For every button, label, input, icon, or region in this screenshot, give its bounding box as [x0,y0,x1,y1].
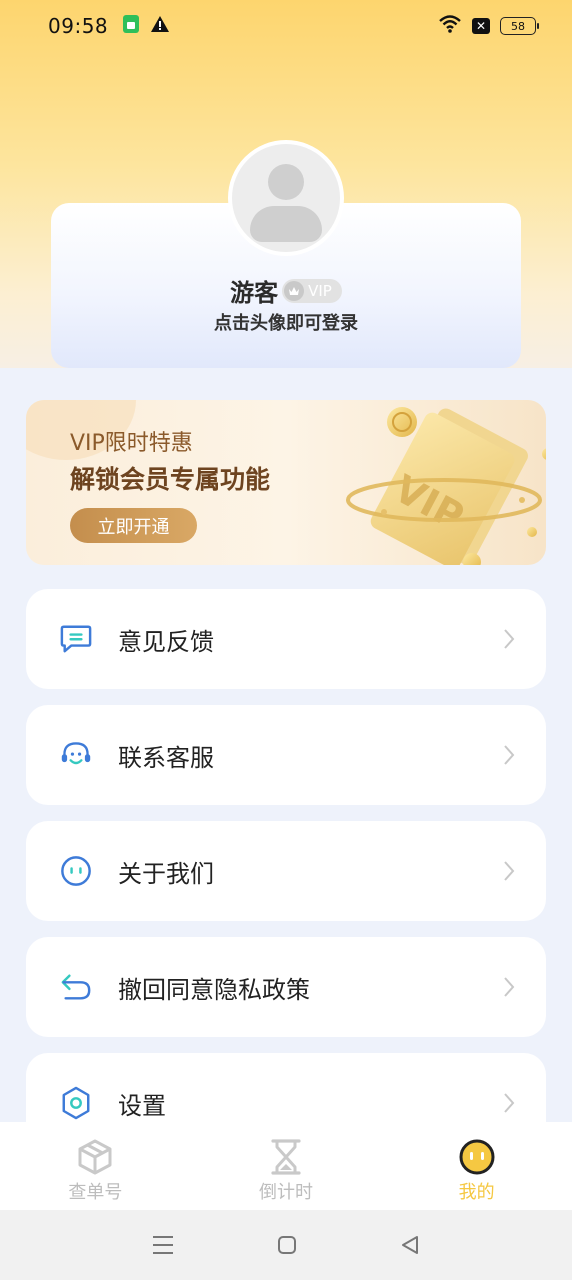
chevron-right-icon [504,629,515,649]
chevron-right-icon [504,745,515,765]
menu-item-label: 联系客服 [118,743,214,772]
vip-promo-banner[interactable]: VIP限时特惠 解锁会员专属功能 立即开通 VIP [26,400,546,565]
avatar-head-icon [268,164,304,200]
vip-promo-title: VIP限时特惠 [70,431,193,456]
nav-tab-mine[interactable]: 我的 [381,1122,572,1210]
nav-tab-tracking[interactable]: 查单号 [0,1122,191,1210]
back-icon[interactable] [399,1234,421,1256]
menu-item-label: 设置 [118,1091,166,1120]
chevron-right-icon [504,861,515,881]
vip-badge-label: VIP [308,281,332,300]
no-signal-icon: ✕ [472,18,490,34]
vip-promo-subtitle: 解锁会员专属功能 [70,465,271,494]
undo-icon [60,971,92,1003]
nav-tab-label: 倒计时 [259,1182,313,1203]
menu-item-about-us[interactable]: 关于我们 [26,821,546,921]
crown-icon [284,280,305,301]
chevron-right-icon [504,1093,515,1113]
menu-item-feedback[interactable]: 意见反馈 [26,589,546,689]
nav-tab-label: 查单号 [68,1182,123,1203]
menu-item-label: 撤回同意隐私政策 [118,975,310,1004]
guest-name: 游客 [230,279,279,307]
status-bar: 09:58 ✕ 58 [0,0,572,52]
hourglass-icon [271,1139,301,1175]
menu-item-label: 意见反馈 [118,627,214,656]
battery-icon: 58 [500,17,539,35]
vip-badge: VIP [282,278,342,303]
settings-icon [60,1086,92,1120]
nav-tab-countdown[interactable]: 倒计时 [191,1122,382,1210]
headset-icon [60,739,92,771]
menu-icon[interactable] [151,1234,175,1256]
status-time: 09:58 [48,14,109,38]
nav-tab-label: 我的 [458,1182,495,1203]
warning-icon [150,14,170,38]
avatar-body-icon [250,206,322,242]
face-icon [459,1139,495,1175]
home-icon[interactable] [276,1234,298,1256]
sim-icon [122,14,140,39]
profile-name-row: 游客 VIP [0,273,572,308]
vip-card-illustration: VIP [346,407,546,565]
vip-open-button[interactable]: 立即开通 [70,508,197,543]
login-hint[interactable]: 点击头像即可登录 [0,309,572,335]
chevron-right-icon [504,977,515,997]
menu-item-revoke-privacy[interactable]: 撤回同意隐私政策 [26,937,546,1037]
menu-item-customer-service[interactable]: 联系客服 [26,705,546,805]
wifi-icon [438,14,462,39]
menu-item-label: 关于我们 [118,859,214,888]
package-icon [78,1139,112,1175]
bottom-nav: 查单号 倒计时 我的 [0,1122,572,1210]
system-nav-bar [0,1210,572,1280]
smiley-icon [60,855,92,887]
feedback-icon [60,623,92,655]
avatar[interactable] [228,140,344,256]
